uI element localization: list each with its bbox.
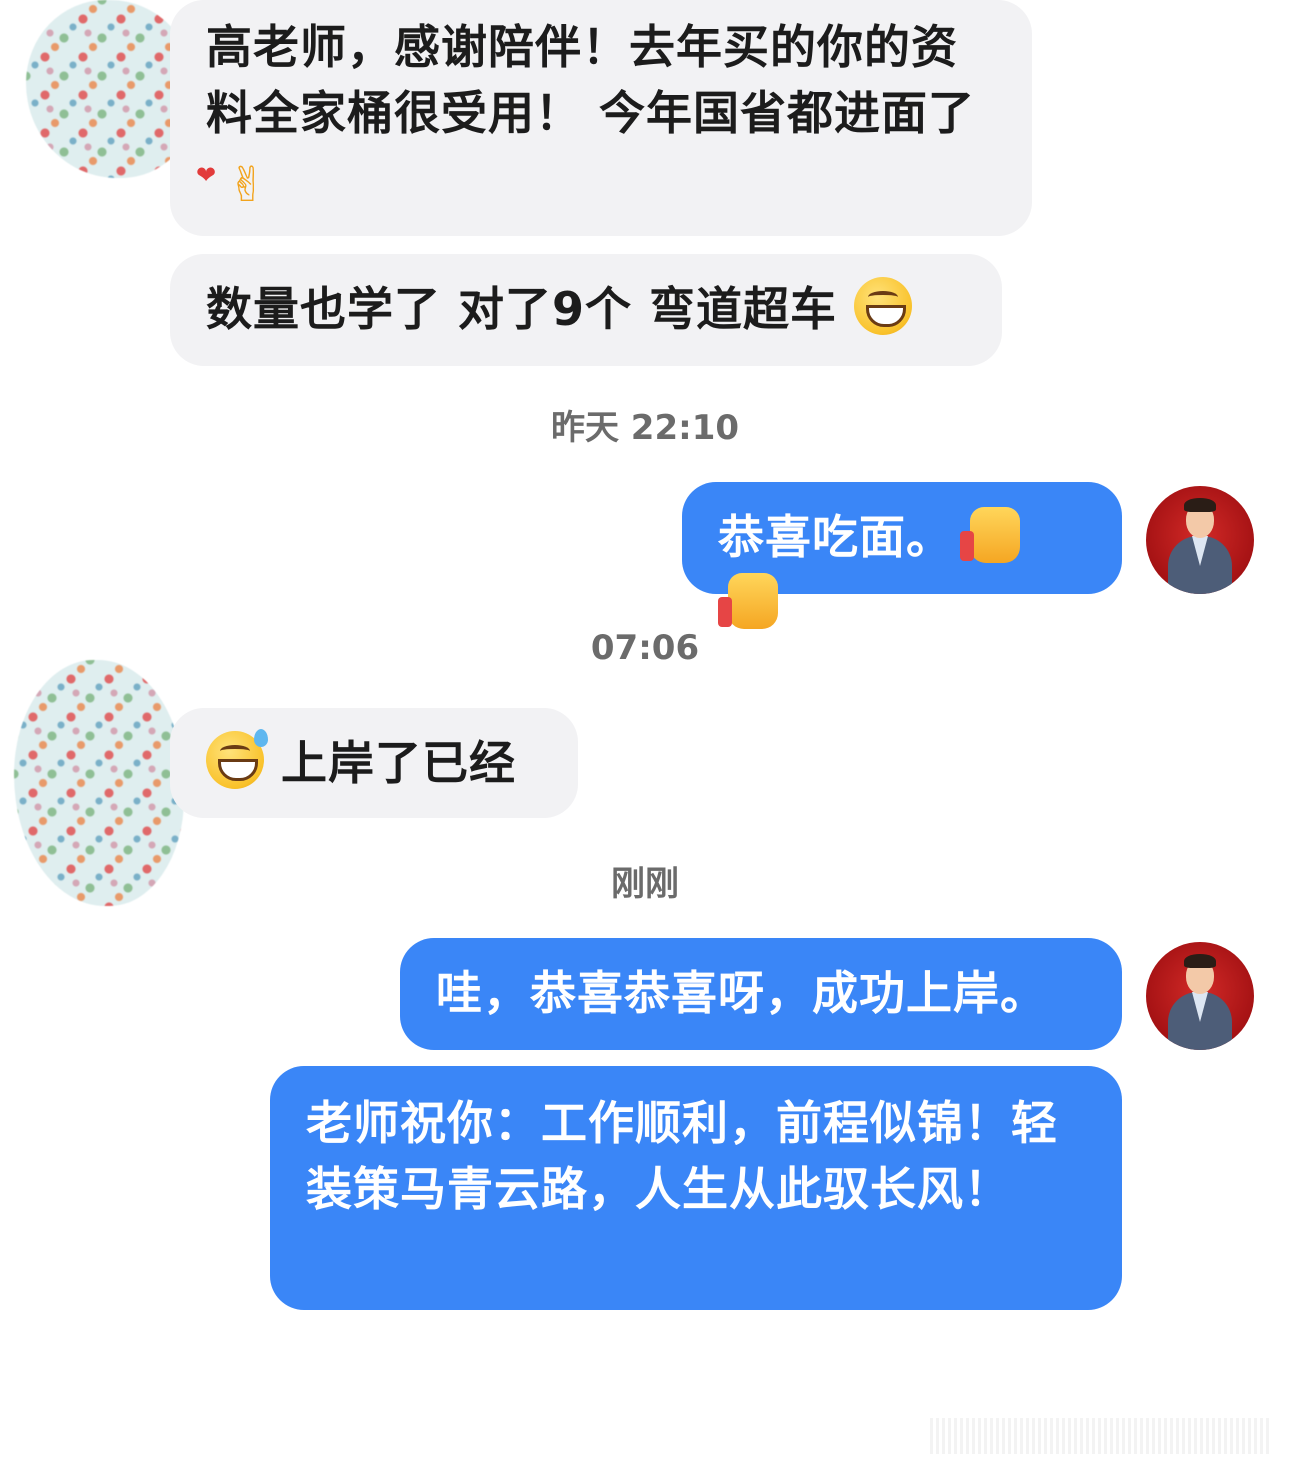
message-text: 上岸了已经 <box>281 736 517 790</box>
heart-hands-emoji-icon: ❤ ✌ <box>196 157 269 213</box>
thumbs-up-icon <box>718 573 778 629</box>
teacher-avatar[interactable] <box>1146 942 1254 1050</box>
sweat-grin-emoji-icon <box>206 729 268 789</box>
message-bubble-incoming[interactable]: 高老师，感谢陪伴！去年买的你的资料全家桶很受用！ 今年国省都进面了 ❤ ✌ <box>170 0 1032 236</box>
timestamp: 刚刚 <box>611 864 679 904</box>
timestamp: 昨天 22:10 <box>550 408 740 448</box>
timestamp: 07:06 <box>590 628 700 668</box>
teacher-avatar[interactable] <box>1146 486 1254 594</box>
message-text: 数量也学了 对了9个 弯道超车 <box>206 282 838 336</box>
message-bubble-incoming[interactable]: 数量也学了 对了9个 弯道超车 <box>170 254 1002 366</box>
message-bubble-incoming[interactable]: 上岸了已经 <box>170 708 578 818</box>
thumbs-up-icon <box>960 507 1021 563</box>
message-bubble-outgoing[interactable]: 恭喜吃面。 <box>682 482 1122 629</box>
message-text: 高老师，感谢陪伴！去年买的你的资料全家桶很受用！ 今年国省都进面了 <box>206 20 976 140</box>
message-text: 哇，恭喜恭喜呀，成功上岸。 <box>436 966 1047 1020</box>
message-text: 老师祝你：工作顺利，前程似锦！轻装策马青云路，人生从此驭长风！ <box>306 1096 1058 1216</box>
message-text: 恭喜吃面。 <box>718 510 953 564</box>
message-bubble-outgoing[interactable]: 哇，恭喜恭喜呀，成功上岸。 <box>400 938 1122 1050</box>
message-bubble-outgoing[interactable]: 老师祝你：工作顺利，前程似锦！轻装策马青云路，人生从此驭长风！ <box>270 1066 1122 1310</box>
grin-emoji-icon <box>854 277 913 335</box>
watermark <box>930 1418 1270 1454</box>
